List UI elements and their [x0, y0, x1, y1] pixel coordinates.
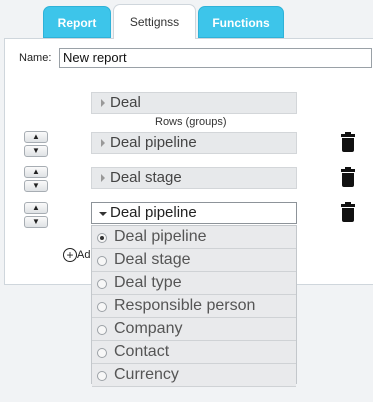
row-1-label: Deal pipeline: [110, 134, 197, 151]
radio-icon: [97, 348, 107, 358]
radio-icon: [97, 302, 107, 312]
row-3-label: Deal pipeline: [110, 204, 197, 221]
dropdown-option-label: Company: [114, 320, 183, 337]
caret-right-icon: [101, 139, 105, 147]
plus-circle-icon: +: [63, 248, 77, 262]
name-label: Name:: [19, 52, 52, 64]
radio-icon: [97, 279, 107, 289]
trash-icon[interactable]: [341, 167, 355, 187]
caret-right-icon: [101, 174, 105, 182]
column-group-select[interactable]: Deal: [91, 92, 297, 114]
radio-selected-icon: [97, 233, 107, 243]
dropdown-option-label: Responsible person: [114, 297, 256, 314]
move-down-button[interactable]: ▼: [24, 216, 48, 228]
tab-functions[interactable]: Functions: [198, 6, 284, 38]
radio-icon: [97, 256, 107, 266]
dropdown-option-label: Currency: [114, 366, 179, 383]
dropdown-option[interactable]: Currency: [92, 364, 296, 387]
tab-report[interactable]: Report: [43, 6, 111, 38]
row-3-dropdown: Deal pipeline Deal stage Deal type Respo…: [91, 225, 297, 387]
move-up-button[interactable]: ▲: [24, 166, 48, 178]
name-input[interactable]: New report: [59, 48, 372, 68]
row-2-label: Deal stage: [110, 169, 182, 186]
add-row-label: Ad: [77, 248, 91, 261]
dropdown-option-label: Deal pipeline: [114, 228, 207, 245]
row-1-select[interactable]: Deal pipeline: [91, 132, 297, 154]
dropdown-option[interactable]: Contact: [92, 341, 296, 364]
dropdown-option-label: Deal type: [114, 274, 182, 291]
row-1-sort-controls: ▲ ▼: [24, 131, 48, 159]
caret-down-icon: [99, 212, 107, 216]
trash-icon[interactable]: [341, 132, 355, 152]
tab-settings[interactable]: Settignss: [113, 4, 196, 39]
dropdown-option[interactable]: Deal type: [92, 272, 296, 295]
radio-icon: [97, 371, 107, 381]
trash-icon[interactable]: [341, 202, 355, 222]
row-3-select[interactable]: Deal pipeline: [91, 202, 297, 224]
rows-groups-label: Rows (groups): [155, 116, 227, 128]
dropdown-option[interactable]: Responsible person: [92, 295, 296, 318]
dropdown-option-label: Contact: [114, 343, 170, 360]
column-group-label: Deal: [110, 94, 141, 111]
radio-icon: [97, 325, 107, 335]
row-2-sort-controls: ▲ ▼: [24, 166, 48, 194]
row-2-select[interactable]: Deal stage: [91, 167, 297, 189]
move-down-button[interactable]: ▼: [24, 145, 48, 157]
dropdown-option-label: Deal stage: [114, 251, 191, 268]
move-up-button[interactable]: ▲: [24, 131, 48, 143]
add-row-button[interactable]: + Ad: [63, 248, 90, 262]
move-up-button[interactable]: ▲: [24, 202, 48, 214]
dropdown-option[interactable]: Company: [92, 318, 296, 341]
row-3-sort-controls: ▲ ▼: [24, 202, 48, 230]
caret-right-icon: [101, 99, 105, 107]
move-down-button[interactable]: ▼: [24, 180, 48, 192]
dropdown-option[interactable]: Deal stage: [92, 249, 296, 272]
dropdown-option[interactable]: Deal pipeline: [92, 226, 296, 249]
